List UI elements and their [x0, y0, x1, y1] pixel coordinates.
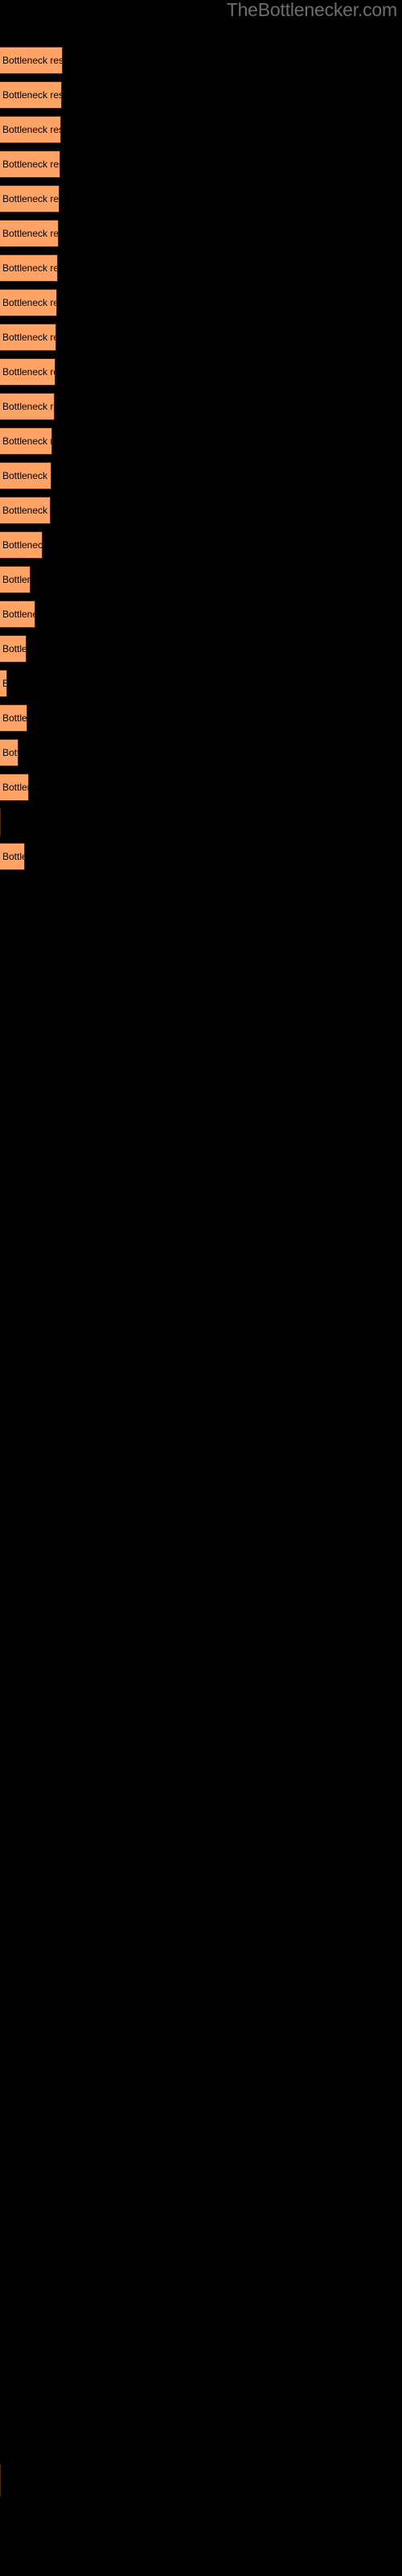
bottleneck-result-bar[interactable]: Bottleneck result	[0, 635, 27, 663]
bar-label: Bottleneck result	[2, 505, 50, 516]
bar-label: Bottleneck result	[2, 574, 30, 585]
bottleneck-result-bar[interactable]: Bottleneck result	[0, 704, 27, 732]
bar-label: Bottleneck result	[2, 436, 51, 447]
bar-label: Bottleneck result	[2, 159, 59, 170]
bottleneck-result-bar[interactable]: Bottleneck result	[0, 116, 61, 143]
bar-label: Bottleneck result	[2, 366, 55, 378]
bar-label: Bottleneck result	[2, 55, 63, 66]
bottleneck-chart-page: TheBottlenecker.com Bottleneck resultBot…	[0, 0, 402, 2576]
bar-label: Bottleneck result	[2, 193, 59, 204]
bar-label: Bottleneck result	[2, 470, 51, 481]
bar-label: Bottleneck result	[2, 332, 55, 343]
bar-label: Bottleneck result	[2, 401, 54, 412]
bottleneck-result-bar[interactable]: Bottleneck result	[0, 670, 7, 697]
bar-label: Bottleneck result	[2, 782, 28, 793]
bottleneck-result-bar[interactable]: Bottleneck result	[0, 808, 1, 836]
bottleneck-result-bar[interactable]: Bottleneck result	[0, 393, 55, 420]
bottleneck-result-bar[interactable]	[0, 2464, 1, 2496]
bottleneck-result-bar[interactable]: Bottleneck result	[0, 427, 52, 455]
bottleneck-result-bar[interactable]: Bottleneck result	[0, 324, 56, 351]
bar-label: Bottleneck result	[2, 228, 59, 239]
bottleneck-result-bar[interactable]: Bottleneck result	[0, 151, 60, 178]
bottleneck-result-bar[interactable]: Bottleneck result	[0, 185, 59, 213]
bottleneck-result-bar[interactable]: Bottleneck result	[0, 47, 63, 74]
bar-label: Bottleneck result	[2, 297, 56, 308]
bottleneck-result-bar[interactable]: Bottleneck result	[0, 601, 35, 628]
bottleneck-result-bar[interactable]: Bottleneck result	[0, 462, 51, 489]
bottleneck-result-bar[interactable]: Bottleneck result	[0, 531, 43, 559]
bottleneck-result-bar[interactable]: Bottleneck result	[0, 739, 18, 766]
bar-label: Bottleneck result	[2, 643, 26, 654]
bar-label: Bottleneck result	[2, 89, 61, 101]
bottleneck-result-bar[interactable]: Bottleneck result	[0, 497, 51, 524]
bottleneck-result-bar[interactable]: Bottleneck result	[0, 566, 31, 593]
bar-label: Bottleneck result	[2, 539, 43, 551]
bottleneck-result-bar[interactable]: Bottleneck result	[0, 358, 55, 386]
bar-label: Bottleneck result	[2, 678, 6, 689]
bottleneck-result-bar[interactable]: Bottleneck result	[0, 843, 25, 870]
bar-label: Bottleneck result	[2, 851, 24, 862]
bottleneck-result-bar[interactable]: Bottleneck result	[0, 220, 59, 247]
bar-label: Bottleneck result	[2, 124, 60, 135]
bottleneck-result-bar[interactable]: Bottleneck result	[0, 289, 57, 316]
bar-label: Bottleneck result	[2, 262, 57, 274]
bar-label: Bottleneck result	[2, 747, 18, 758]
bottleneck-result-bar[interactable]: Bottleneck result	[0, 81, 62, 109]
bottleneck-result-bar[interactable]: Bottleneck result	[0, 774, 29, 801]
bar-chart-plot-area: Bottleneck result Bottleneck result Bottle…	[0, 0, 402, 2576]
bottleneck-result-bar[interactable]: Bottleneck result	[0, 254, 58, 282]
bar-label: Bottleneck result	[2, 609, 35, 620]
bar-label: Bottleneck result	[2, 712, 27, 724]
